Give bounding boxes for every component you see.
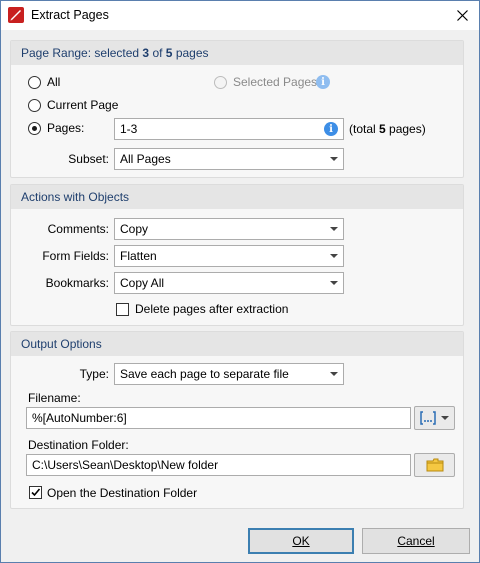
subset-select[interactable]: All Pages: [114, 148, 344, 170]
form-fields-select[interactable]: Flatten: [114, 245, 344, 267]
radio-pages-label: Pages:: [47, 121, 85, 135]
cancel-label: Cancel: [397, 534, 435, 548]
delete-pages-label: Delete pages after extraction: [135, 302, 289, 316]
folder-browse-icon: [426, 458, 443, 472]
radio-all-label: All: [47, 75, 61, 89]
filename-value: %[AutoNumber:6]: [32, 411, 127, 425]
output-header: Output Options: [11, 332, 463, 356]
browse-folder-button[interactable]: [414, 453, 455, 477]
radio-selected-pages[interactable]: [214, 76, 227, 89]
form-fields-value: Flatten: [120, 249, 157, 263]
foxit-pdf-icon: [8, 7, 24, 23]
chevron-down-icon: [330, 254, 338, 258]
info-icon[interactable]: i: [324, 122, 338, 136]
radio-all[interactable]: [28, 76, 41, 89]
ok-label: OK: [292, 534, 310, 548]
chevron-down-icon: [330, 372, 338, 376]
folder-input[interactable]: C:\Users\Sean\Desktop\New folder: [26, 454, 411, 476]
subset-label: Subset:: [68, 152, 109, 166]
bookmarks-label: Bookmarks:: [45, 276, 109, 290]
comments-select[interactable]: Copy: [114, 218, 344, 240]
open-folder-label: Open the Destination Folder: [47, 486, 198, 500]
close-button[interactable]: [445, 1, 479, 30]
chevron-down-icon: [330, 281, 338, 285]
cancel-button[interactable]: Cancel: [362, 528, 470, 554]
window-title: Extract Pages: [31, 8, 109, 22]
check-icon: [31, 488, 41, 497]
filename-input[interactable]: %[AutoNumber:6]: [26, 407, 411, 429]
type-label: Type:: [79, 367, 109, 381]
form-fields-label: Form Fields:: [42, 249, 109, 263]
comments-value: Copy: [120, 222, 149, 236]
radio-current-page[interactable]: [28, 99, 41, 112]
close-icon: [456, 10, 468, 21]
pages-input[interactable]: 1-3: [114, 118, 344, 140]
macro-button[interactable]: [414, 406, 455, 430]
folder-value: C:\Users\Sean\Desktop\New folder: [32, 458, 219, 472]
radio-pages[interactable]: [28, 122, 41, 135]
bookmarks-value: Copy All: [120, 276, 165, 290]
pages-input-value: 1-3: [120, 122, 138, 136]
filename-label: Filename:: [28, 391, 81, 405]
chevron-down-icon: [330, 157, 338, 161]
extract-pages-dialog: Extract Pages Page Range: selected 3 of …: [0, 0, 480, 563]
page-range-header: Page Range: selected 3 of 5 pages: [11, 41, 463, 65]
type-select[interactable]: Save each page to separate file: [114, 363, 344, 385]
comments-label: Comments:: [47, 222, 109, 236]
title-bar: Extract Pages: [1, 1, 479, 30]
type-value: Save each page to separate file: [120, 367, 289, 381]
radio-selected-pages-label: Selected Pages: [233, 75, 318, 89]
delete-pages-checkbox[interactable]: [116, 303, 129, 316]
actions-header: Actions with Objects: [11, 185, 463, 209]
macro-icon: [419, 411, 449, 425]
open-folder-checkbox[interactable]: [29, 486, 42, 499]
bookmarks-select[interactable]: Copy All: [114, 272, 344, 294]
subset-value: All Pages: [120, 152, 171, 166]
total-pages-text: (total 5 pages): [349, 122, 426, 136]
folder-label: Destination Folder:: [28, 438, 129, 452]
info-icon[interactable]: i: [316, 75, 330, 89]
chevron-down-icon: [330, 227, 338, 231]
radio-current-page-label: Current Page: [47, 98, 119, 112]
ok-button[interactable]: OK: [248, 528, 354, 554]
